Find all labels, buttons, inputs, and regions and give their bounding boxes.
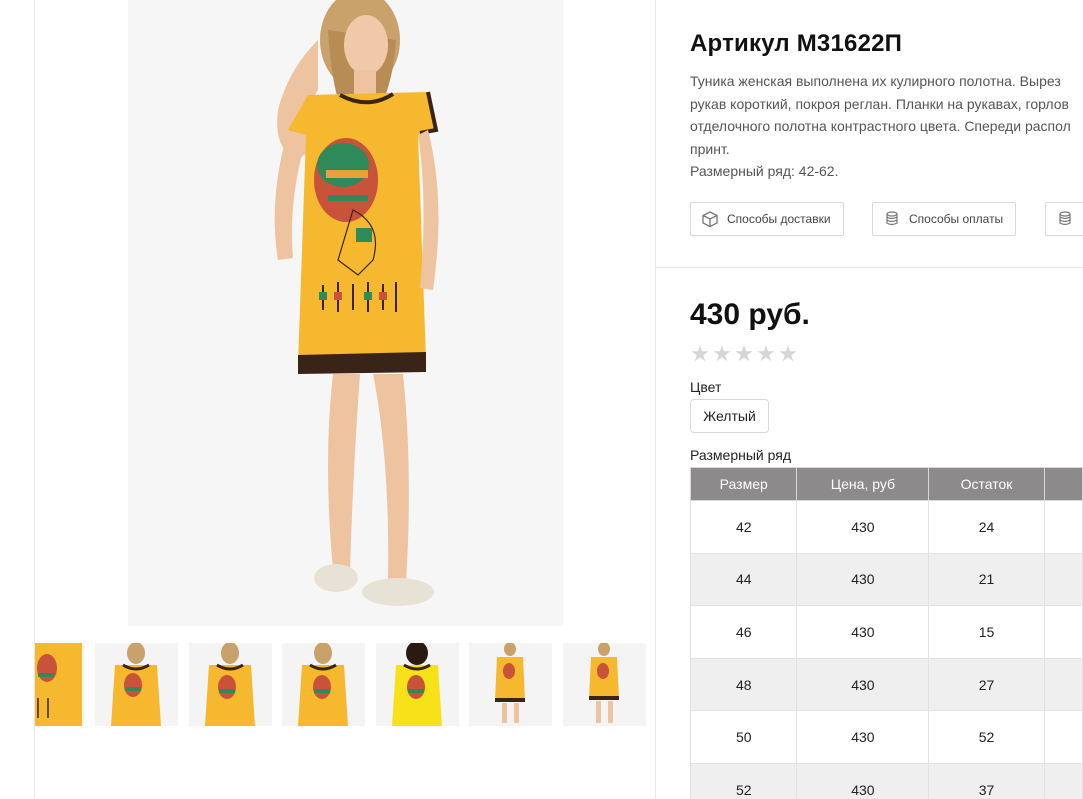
cell-price: 430 — [796, 657, 930, 712]
star-icon[interactable]: ★ — [777, 341, 799, 367]
cell-stock: 52 — [928, 710, 1045, 764]
description-line: принт. — [690, 140, 730, 157]
cell-price: 430 — [796, 500, 930, 554]
thumbnail-6[interactable] — [469, 643, 552, 726]
thumbnail-4[interactable] — [282, 643, 365, 726]
cell-stock: 21 — [928, 552, 1045, 607]
star-icon[interactable]: ★ — [689, 341, 711, 367]
cell-size: 46 — [689, 605, 798, 659]
coins-icon — [1056, 210, 1074, 228]
description-line: рукав короткий, покроя реглан. Планки на… — [690, 95, 1069, 112]
column-divider — [655, 0, 656, 799]
thumbnail-5[interactable] — [376, 643, 459, 726]
table-row: 42 430 24 — [689, 500, 1083, 554]
product-title: Артикул М31622П — [690, 30, 903, 57]
table-row: 46 430 15 — [689, 605, 1083, 659]
payment-methods-button[interactable]: Способы оплаты — [872, 202, 1016, 236]
cell-extra[interactable] — [1043, 710, 1083, 764]
cell-price: 430 — [796, 605, 930, 659]
cell-stock: 37 — [928, 762, 1045, 799]
product-price: 430 руб. — [690, 298, 810, 331]
table-row: 48 430 27 — [689, 657, 1083, 712]
size-range-text: Размерный ряд: 42-62. — [690, 163, 839, 179]
cell-stock: 24 — [928, 500, 1045, 554]
thumbnail-1[interactable] — [35, 643, 85, 726]
thumbnail-3[interactable] — [189, 643, 272, 726]
thumbnail-strip — [35, 643, 655, 726]
cell-extra[interactable] — [1043, 605, 1083, 659]
thumbnail-2[interactable] — [95, 643, 178, 726]
description-line: отделочного полотна контрастного цвета. … — [690, 118, 1071, 134]
cell-price: 430 — [796, 710, 930, 764]
star-icon[interactable]: ★ — [733, 341, 755, 367]
coins-icon — [883, 210, 901, 228]
rating-stars[interactable]: ★ ★ ★ ★ ★ — [689, 341, 799, 367]
delivery-methods-button[interactable]: Способы доставки — [690, 202, 844, 236]
cell-extra[interactable] — [1043, 552, 1083, 607]
product-description: Туника женская выполнена их кулирного по… — [690, 70, 1083, 183]
star-icon[interactable]: ★ — [755, 341, 777, 367]
star-icon[interactable]: ★ — [711, 341, 733, 367]
table-row: 52 430 37 — [689, 762, 1083, 799]
size-table-header: Размер Цена, руб Остаток — [689, 467, 1083, 501]
color-option-yellow[interactable]: Желтый — [690, 399, 769, 433]
cell-size: 42 — [689, 500, 798, 554]
size-table-label: Размерный ряд — [690, 447, 792, 463]
payment-methods-label: Способы оплаты — [909, 212, 1004, 226]
color-label: Цвет — [690, 379, 722, 395]
cell-stock: 27 — [928, 657, 1045, 712]
delivery-methods-label: Способы доставки — [727, 212, 831, 226]
main-product-photo[interactable] — [128, 0, 563, 626]
cell-size: 48 — [689, 657, 798, 712]
cell-size: 52 — [689, 762, 798, 799]
extra-info-button[interactable] — [1045, 202, 1083, 236]
cell-extra[interactable] — [1043, 762, 1083, 799]
description-line: Туника женская выполнена их кулирного по… — [690, 73, 1061, 89]
cell-stock: 15 — [928, 605, 1045, 659]
column-header-stock: Остаток — [928, 467, 1045, 501]
info-divider — [656, 267, 1083, 268]
box-icon — [701, 210, 719, 228]
thumbnail-7[interactable] — [563, 643, 646, 726]
cell-extra[interactable] — [1043, 500, 1083, 554]
table-row: 50 430 52 — [689, 710, 1083, 764]
cell-size: 44 — [689, 552, 798, 607]
table-row: 44 430 21 — [689, 552, 1083, 607]
cell-extra[interactable] — [1043, 657, 1083, 712]
cell-price: 430 — [796, 762, 930, 799]
column-header-size: Размер — [689, 467, 798, 501]
column-header-extra — [1043, 467, 1083, 501]
column-header-price: Цена, руб — [796, 467, 930, 501]
cell-size: 50 — [689, 710, 798, 764]
size-table: Размер Цена, руб Остаток 42 430 24 44 43… — [689, 467, 1083, 799]
cell-price: 430 — [796, 552, 930, 607]
